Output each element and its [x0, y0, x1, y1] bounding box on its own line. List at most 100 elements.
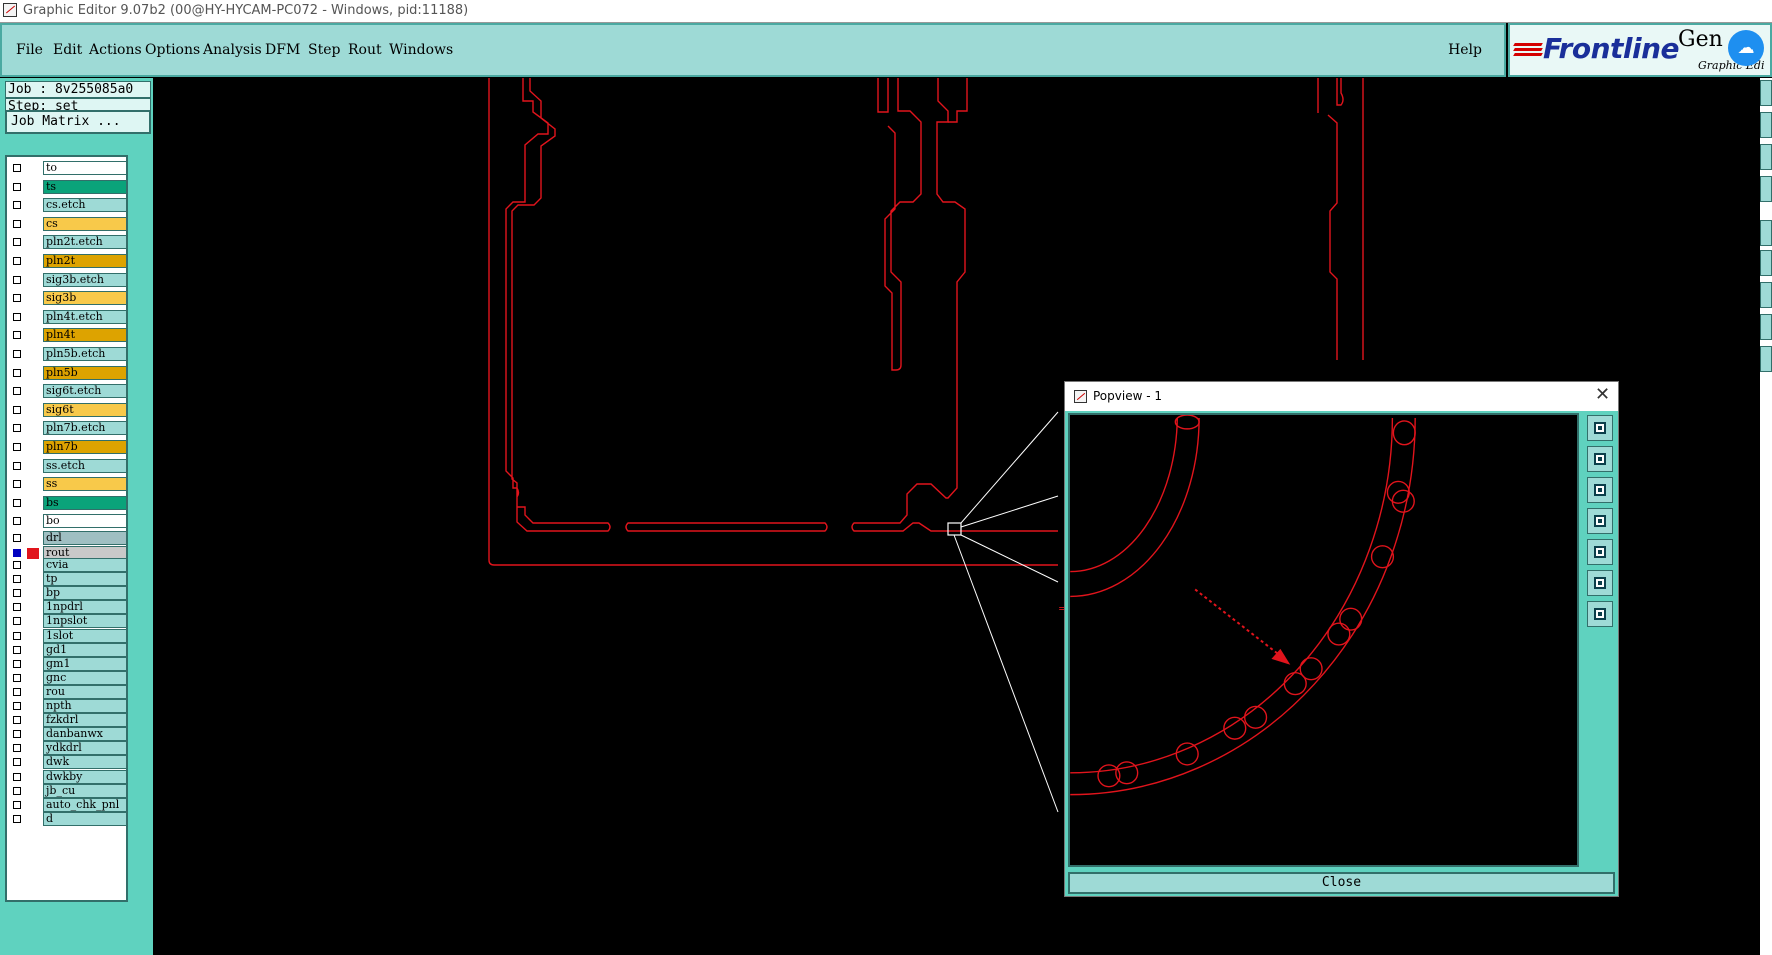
layer-name[interactable]: sig6t: [43, 403, 126, 417]
layer-list-scrollbar[interactable]: [130, 155, 150, 902]
pan-right-icon[interactable]: [1587, 539, 1613, 565]
pan-left-icon[interactable]: [1587, 508, 1613, 534]
layer-name[interactable]: ts: [43, 180, 126, 194]
layer-name[interactable]: pln2t.etch: [43, 235, 126, 249]
layer-checkbox[interactable]: [13, 462, 21, 470]
layer-name[interactable]: gd1: [43, 643, 126, 657]
layer-row[interactable]: sig3b.etch: [7, 273, 126, 289]
layer-checkbox[interactable]: [13, 480, 21, 488]
layer-name[interactable]: fzkdrl: [43, 713, 126, 727]
layer-name[interactable]: sig3b.etch: [43, 273, 126, 287]
layer-row[interactable]: to: [7, 161, 126, 177]
layer-checkbox[interactable]: [13, 499, 21, 507]
layer-checkbox[interactable]: [13, 331, 21, 339]
layer-name[interactable]: auto_chk_pnl: [43, 798, 126, 812]
layer-name[interactable]: pln4t: [43, 328, 126, 342]
layer-row[interactable]: pln4t.etch: [7, 310, 126, 326]
layer-name[interactable]: pln7b: [43, 440, 126, 454]
menu-edit[interactable]: Edit: [53, 42, 82, 58]
side-tool-button[interactable]: [1760, 112, 1772, 138]
layer-checkbox[interactable]: [13, 549, 21, 557]
layer-name[interactable]: tp: [43, 572, 126, 586]
layer-row[interactable]: d: [7, 812, 126, 828]
menu-actions[interactable]: Actions: [89, 42, 142, 58]
menu-help[interactable]: Help: [1448, 42, 1482, 58]
layer-name[interactable]: cs: [43, 217, 126, 231]
layer-name[interactable]: cvia: [43, 558, 126, 572]
layer-checkbox[interactable]: [13, 603, 21, 611]
layer-name[interactable]: 1npslot: [43, 614, 126, 628]
layer-checkbox[interactable]: [13, 164, 21, 172]
layer-name[interactable]: ydkdrl: [43, 741, 126, 755]
popview-viewport[interactable]: [1068, 413, 1579, 867]
layer-name[interactable]: gm1: [43, 657, 126, 671]
layer-checkbox[interactable]: [13, 443, 21, 451]
fit-icon[interactable]: [1587, 570, 1613, 596]
layer-row[interactable]: pln2t: [7, 254, 126, 270]
layer-checkbox[interactable]: [13, 773, 21, 781]
menu-options[interactable]: Options: [145, 42, 200, 58]
layer-checkbox[interactable]: [13, 313, 21, 321]
layer-row[interactable]: cs: [7, 217, 126, 233]
layer-row[interactable]: drl: [7, 531, 126, 547]
layer-name[interactable]: sig3b: [43, 291, 126, 305]
layer-name[interactable]: bo: [43, 514, 126, 528]
layer-row[interactable]: pln5b: [7, 366, 126, 382]
layer-name[interactable]: ss.etch: [43, 459, 126, 473]
cloud-icon[interactable]: ☁: [1728, 30, 1764, 66]
layer-name[interactable]: 1slot: [43, 629, 126, 643]
side-tool-button[interactable]: [1760, 250, 1772, 276]
layer-row[interactable]: dwk: [7, 755, 126, 771]
layer-checkbox[interactable]: [13, 276, 21, 284]
layer-checkbox[interactable]: [13, 702, 21, 710]
layer-row[interactable]: sig3b: [7, 291, 126, 307]
layer-name[interactable]: danbanwx: [43, 727, 126, 741]
job-matrix-button[interactable]: Job Matrix ...: [5, 110, 151, 134]
layer-checkbox[interactable]: [13, 220, 21, 228]
layer-row[interactable]: pln7b: [7, 440, 126, 456]
layer-row[interactable]: sig6t.etch: [7, 384, 126, 400]
layer-row[interactable]: pln5b.etch: [7, 347, 126, 363]
menu-windows[interactable]: Windows: [389, 42, 453, 58]
layer-checkbox[interactable]: [13, 716, 21, 724]
layer-checkbox[interactable]: [13, 815, 21, 823]
popview-close-icon[interactable]: ✕: [1595, 384, 1610, 405]
layer-name[interactable]: pln5b.etch: [43, 347, 126, 361]
menu-rout[interactable]: Rout: [348, 42, 382, 58]
layer-name[interactable]: pln5b: [43, 366, 126, 380]
layer-checkbox[interactable]: [13, 201, 21, 209]
side-tool-button[interactable]: [1760, 314, 1772, 340]
zoom-window-icon[interactable]: [1587, 415, 1613, 441]
side-tool-button[interactable]: [1760, 176, 1772, 202]
layer-checkbox[interactable]: [13, 674, 21, 682]
layer-row[interactable]: bs: [7, 496, 126, 512]
menu-file[interactable]: File: [16, 42, 43, 58]
layer-checkbox[interactable]: [13, 801, 21, 809]
layer-row[interactable]: ss: [7, 477, 126, 493]
center-icon[interactable]: [1587, 601, 1613, 627]
menu-analysis[interactable]: Analysis: [203, 42, 262, 58]
layer-name[interactable]: pln2t: [43, 254, 126, 268]
layer-name[interactable]: npth: [43, 699, 126, 713]
layer-checkbox[interactable]: [13, 294, 21, 302]
layer-checkbox[interactable]: [13, 424, 21, 432]
layer-checkbox[interactable]: [13, 387, 21, 395]
layer-checkbox[interactable]: [13, 730, 21, 738]
layer-checkbox[interactable]: [13, 406, 21, 414]
layer-row[interactable]: 1npslot: [7, 614, 126, 630]
layer-checkbox[interactable]: [13, 369, 21, 377]
layer-name[interactable]: sig6t.etch: [43, 384, 126, 398]
layer-checkbox[interactable]: [13, 744, 21, 752]
layer-checkbox[interactable]: [13, 617, 21, 625]
layer-checkbox[interactable]: [13, 758, 21, 766]
popview-close-button[interactable]: Close: [1068, 872, 1615, 894]
layer-row[interactable]: pln4t: [7, 328, 126, 344]
layer-name[interactable]: cs.etch: [43, 198, 126, 212]
layer-checkbox[interactable]: [13, 257, 21, 265]
layer-name[interactable]: rou: [43, 685, 126, 699]
layer-row[interactable]: ss.etch: [7, 459, 126, 475]
side-tool-button[interactable]: [1760, 346, 1772, 372]
layer-name[interactable]: bp: [43, 586, 126, 600]
layer-checkbox[interactable]: [13, 534, 21, 542]
layer-name[interactable]: to: [43, 161, 126, 175]
